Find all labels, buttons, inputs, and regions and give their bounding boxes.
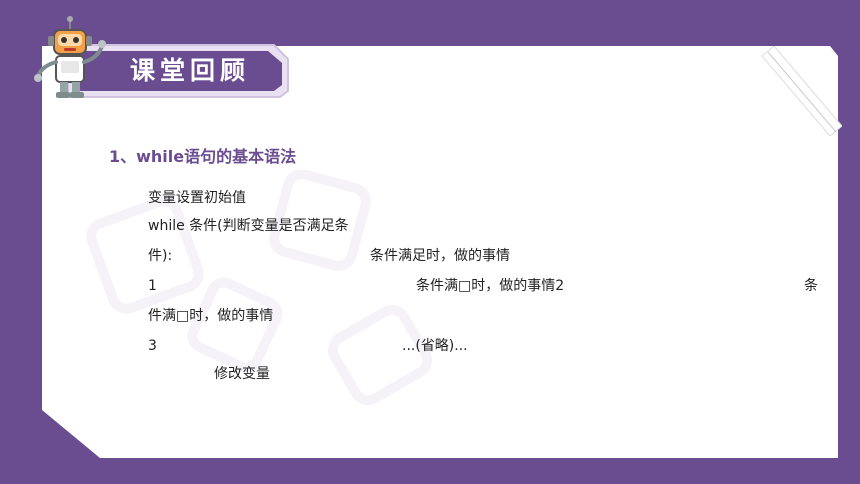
body-line-action1: 条件满足时，做的事情 [370,248,510,264]
body-line-while: while 条件(判断变量是否满足条 [148,218,349,234]
body-line-ellipsis: ...(省略)... [402,338,468,354]
body-line-wrap-start: 条 [804,278,818,294]
body-line-num3: 3 [148,338,157,354]
body-line-action3: 件满□时，做的事情 [148,308,274,324]
body-line-modify: 修改变量 [214,366,270,382]
robot-icon [34,16,106,98]
section-heading: 1、while语句的基本语法 [109,147,297,166]
body-line-colon: 件): [148,248,173,264]
body-line-num1: 1 [148,278,157,294]
body-line-action2: 条件满□时，做的事情2 [416,278,565,294]
page-title: 课堂回顾 [130,56,251,85]
page-curl-decoration [762,46,842,136]
body-line-init: 变量设置初始值 [148,190,246,206]
